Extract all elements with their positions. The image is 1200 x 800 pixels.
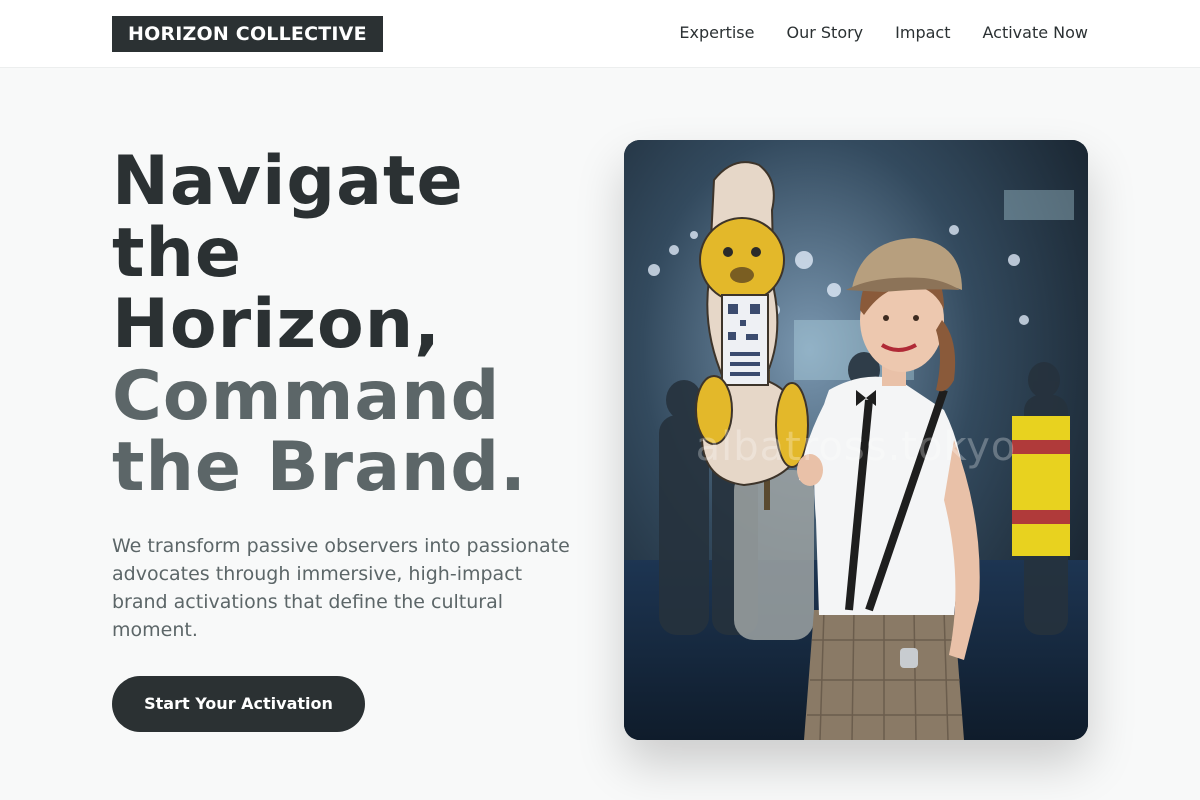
nav-link-our-story[interactable]: Our Story	[786, 22, 863, 46]
main-nav: Expertise Our Story Impact Activate Now	[679, 22, 1088, 46]
nav-link-impact[interactable]: Impact	[895, 22, 950, 46]
headline-line-1: Navigate	[112, 142, 464, 221]
brand-logo[interactable]: HORIZON COLLECTIVE	[112, 16, 383, 52]
headline-line-4: Command	[112, 356, 501, 436]
site-header: HORIZON COLLECTIVE Expertise Our Story I…	[0, 0, 1200, 68]
headline-line-2: the	[112, 213, 243, 293]
hero-headline: Navigate the Horizon, Command the Brand.	[112, 146, 582, 504]
photo-watermark: albatross.tokyo	[695, 424, 1017, 470]
nav-link-expertise[interactable]: Expertise	[679, 22, 754, 46]
hero-subtext: We transform passive observers into pass…	[112, 535, 570, 641]
start-activation-button[interactable]: Start Your Activation	[112, 676, 365, 732]
hero-photo: albatross.tokyo	[624, 140, 1088, 740]
headline-line-3: Horizon,	[112, 285, 442, 364]
headline-line-5: the Brand.	[112, 428, 527, 507]
nav-link-activate-now[interactable]: Activate Now	[983, 22, 1089, 46]
